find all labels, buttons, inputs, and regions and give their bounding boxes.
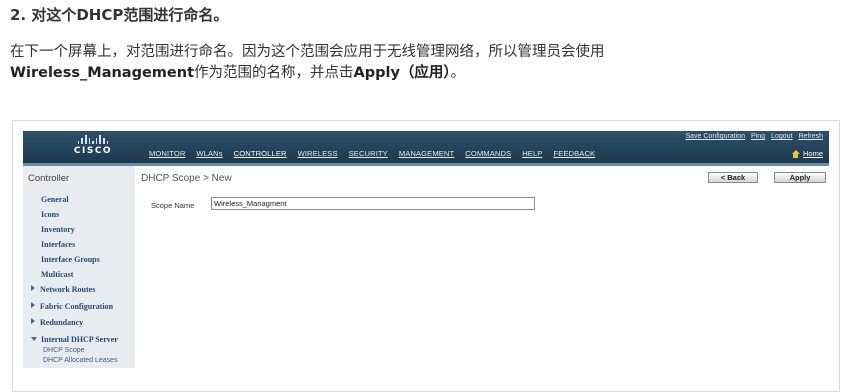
caret-right-icon: [31, 318, 35, 324]
sidebar-item-fabric-configuration[interactable]: Fabric Configuration: [31, 302, 113, 311]
cisco-logo: CISCO: [67, 135, 119, 156]
caret-down-icon: [31, 337, 37, 341]
nav-feedback[interactable]: FEEDBACK: [553, 149, 595, 158]
home-icon: [791, 149, 800, 158]
top-bar: CISCO MONITOR WLANs CONTROLLER WIRELESS …: [23, 131, 829, 166]
refresh-link[interactable]: Refresh: [798, 133, 823, 140]
nav-commands[interactable]: COMMANDS: [465, 149, 511, 158]
logout-link[interactable]: Logout: [771, 133, 792, 140]
cisco-wordmark: CISCO: [73, 146, 113, 156]
nav-controller[interactable]: CONTROLLER: [234, 149, 287, 158]
nav-monitor[interactable]: MONITOR: [149, 149, 185, 158]
back-button[interactable]: < Back: [708, 172, 758, 183]
utility-nav: Save Configuration Ping Logout Refresh: [686, 133, 824, 140]
sidebar-item-network-routes[interactable]: Network Routes: [31, 285, 95, 294]
home-label: Home: [802, 149, 823, 158]
page-title: DHCP Scope > New: [141, 173, 232, 184]
top-nav: MONITOR WLANs CONTROLLER WIRELESS SECURI…: [149, 149, 595, 158]
apply-button[interactable]: Apply: [774, 172, 826, 183]
wlc-screenshot: CISCO MONITOR WLANs CONTROLLER WIRELESS …: [12, 120, 840, 392]
sidebar-subitem-dhcp-scope[interactable]: DHCP Scope: [43, 347, 85, 354]
sidebar-item-icons[interactable]: Icons: [41, 210, 59, 219]
caret-right-icon: [31, 285, 35, 291]
sidebar-title: Controller: [28, 173, 70, 184]
sidebar-item-general[interactable]: General: [41, 195, 69, 204]
apply-emphasis: Apply（应用）: [353, 65, 451, 81]
nav-security[interactable]: SECURITY: [349, 149, 388, 158]
sidebar-item-multicast[interactable]: Multicast: [41, 270, 73, 279]
ping-link[interactable]: Ping: [751, 133, 765, 140]
sidebar-item-redundancy[interactable]: Redundancy: [31, 318, 83, 327]
home-link[interactable]: Home: [791, 149, 823, 158]
sidebar: Controller General Icons Inventory Inter…: [23, 166, 135, 368]
step-title: 2. 对这个DHCP范围进行命名。: [10, 6, 229, 24]
scope-name-label: Scope Name: [151, 201, 195, 210]
nav-wlans[interactable]: WLANs: [196, 149, 222, 158]
scope-name-input[interactable]: [211, 197, 535, 210]
sidebar-item-interfaces[interactable]: Interfaces: [41, 240, 75, 249]
sidebar-item-interface-groups[interactable]: Interface Groups: [41, 255, 100, 264]
scope-name-emphasis: Wireless_Management: [10, 65, 194, 81]
nav-management[interactable]: MANAGEMENT: [399, 149, 454, 158]
save-configuration-link[interactable]: Save Configuration: [686, 133, 746, 140]
sidebar-subitem-dhcp-allocated-leases[interactable]: DHCP Allocated Leases: [43, 357, 118, 364]
sidebar-item-inventory[interactable]: Inventory: [41, 225, 75, 234]
step-description: 在下一个屏幕上，对范围进行命名。因为这个范围会应用于无线管理网络，所以管理员会使…: [10, 44, 605, 81]
nav-help[interactable]: HELP: [522, 149, 542, 158]
cisco-bars-icon: [67, 135, 119, 144]
nav-wireless[interactable]: WIRELESS: [298, 149, 338, 158]
sidebar-item-internal-dhcp-server[interactable]: Internal DHCP Server: [31, 335, 118, 344]
caret-right-icon: [31, 302, 35, 308]
